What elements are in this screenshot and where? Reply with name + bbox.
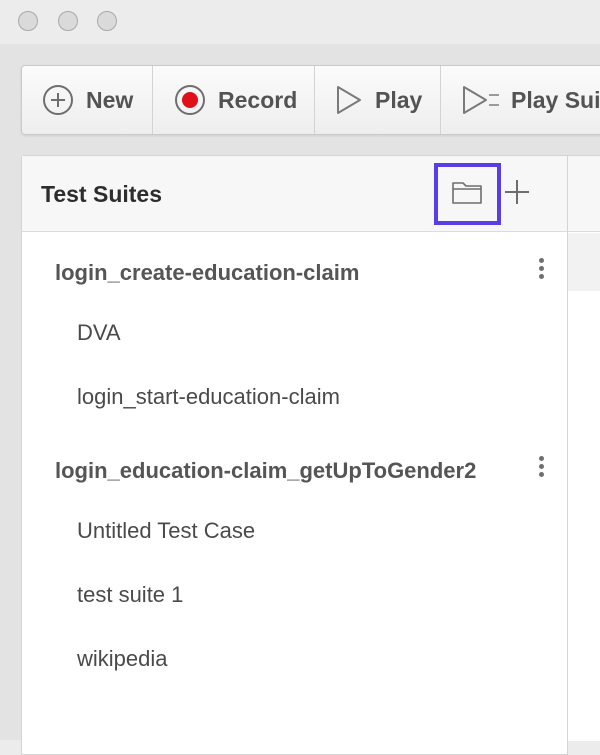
add-circle-icon [42,84,74,116]
more-vert-icon[interactable] [535,454,547,484]
add-suite-button[interactable] [503,178,531,206]
editor-pane [568,155,600,741]
suite-item[interactable]: login_create-education-claim [55,260,359,286]
play-suite-button[interactable]: Play Suit [441,66,600,134]
play-label: Play [375,86,423,113]
more-vert-icon[interactable] [535,256,547,286]
window-titlebar [0,0,600,44]
minimize-icon[interactable] [58,11,78,31]
close-icon[interactable] [18,11,38,31]
open-suite-button[interactable] [450,177,484,207]
new-button[interactable]: New [22,66,153,134]
editor-pane-header [568,156,600,232]
toolbar: New Record Play Play Suit [21,65,600,135]
test-suites-panel: Test Suites login_create-education-claim… [21,155,568,755]
test-case-item[interactable]: login_start-education-claim [77,384,340,410]
test-case-item[interactable]: Untitled Test Case [77,518,255,544]
record-label: Record [218,86,298,113]
play-suite-icon [461,84,501,116]
test-case-item[interactable]: DVA [77,320,121,346]
suite-item[interactable]: login_education-claim_getUpToGender2 [55,458,476,484]
test-case-item[interactable]: test suite 1 [77,582,183,608]
play-button[interactable]: Play [315,66,441,134]
play-icon [335,84,363,116]
panel-title: Test Suites [41,181,162,207]
plus-icon [503,180,531,210]
panel-header: Test Suites [22,156,567,232]
record-icon [174,84,206,116]
play-suite-label: Play Suit [511,86,600,113]
editor-pane-strip [568,233,600,291]
new-label: New [86,86,134,113]
folder-icon [450,182,484,211]
test-case-item[interactable]: wikipedia [77,646,168,672]
zoom-icon[interactable] [97,11,117,31]
record-button[interactable]: Record [153,66,315,134]
